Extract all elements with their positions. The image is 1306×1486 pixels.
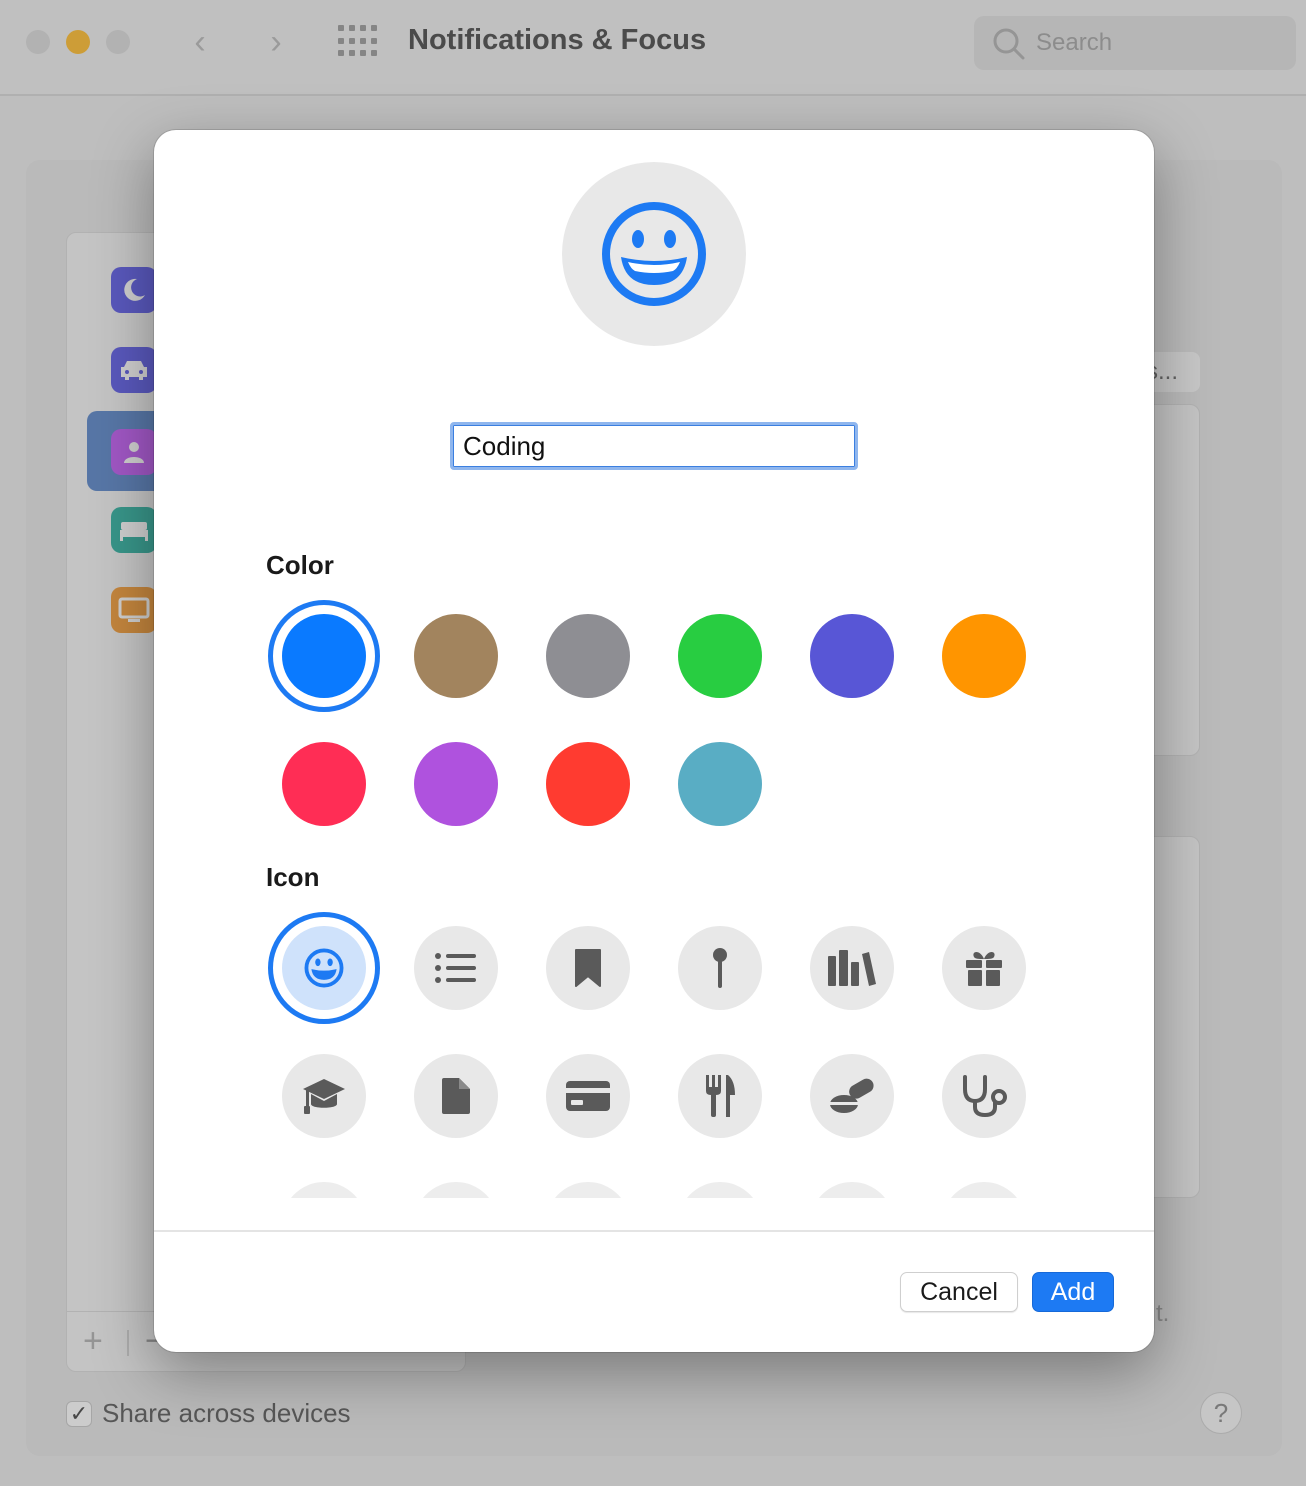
focus-name-input[interactable] — [450, 422, 858, 470]
document-icon — [442, 1078, 470, 1114]
icon-option-hidden[interactable] — [810, 1182, 894, 1198]
color-swatch-teal[interactable] — [678, 742, 762, 826]
stethoscope-icon — [963, 1075, 1007, 1118]
color-swatch-brown[interactable] — [414, 614, 498, 698]
icon-section-label: Icon — [266, 862, 320, 892]
pills-icon — [830, 1078, 874, 1113]
icon-option-smiley[interactable] — [268, 912, 380, 1024]
list-icon — [435, 953, 476, 983]
gift-icon — [966, 952, 1002, 986]
smiley-icon — [304, 948, 344, 988]
icon-option-list[interactable] — [414, 926, 498, 1010]
color-swatch-pink[interactable] — [282, 742, 366, 826]
icon-option-credit-card[interactable] — [546, 1054, 630, 1138]
color-swatch-purple[interactable] — [414, 742, 498, 826]
pin-icon — [713, 948, 727, 988]
icon-option-stethoscope[interactable] — [942, 1054, 1026, 1138]
color-swatch-blue[interactable] — [268, 600, 380, 712]
new-focus-sheet: Color Icon — [154, 130, 1154, 1352]
sheet-divider — [154, 1230, 1154, 1232]
credit-card-icon — [566, 1081, 610, 1111]
icon-grid-overflow-row — [154, 1170, 1154, 1198]
smiley-icon — [602, 202, 706, 306]
color-swatch-red[interactable] — [546, 742, 630, 826]
color-swatch-gray[interactable] — [546, 614, 630, 698]
icon-option-bookmark[interactable] — [546, 926, 630, 1010]
icon-option-fork-knife[interactable] — [678, 1054, 762, 1138]
icon-option-pills[interactable] — [810, 1054, 894, 1138]
icon-option-pin[interactable] — [678, 926, 762, 1010]
color-swatch-green[interactable] — [678, 614, 762, 698]
icon-option-books[interactable] — [810, 926, 894, 1010]
icon-option-graduation-cap[interactable] — [282, 1054, 366, 1138]
icon-option-document[interactable] — [414, 1054, 498, 1138]
color-swatch-indigo[interactable] — [810, 614, 894, 698]
color-swatch-orange[interactable] — [942, 614, 1026, 698]
focus-icon-preview — [562, 162, 746, 346]
graduation-cap-icon — [303, 1079, 345, 1114]
books-icon — [828, 950, 876, 986]
icon-option-hidden[interactable] — [414, 1182, 498, 1198]
add-button[interactable]: Add — [1032, 1272, 1114, 1312]
bookmark-icon — [575, 949, 601, 987]
cancel-button[interactable]: Cancel — [900, 1272, 1018, 1312]
fork-knife-icon — [706, 1075, 735, 1117]
icon-option-hidden[interactable] — [942, 1182, 1026, 1198]
color-section-label: Color — [266, 550, 334, 580]
icon-option-gift[interactable] — [942, 926, 1026, 1010]
icon-option-hidden[interactable] — [282, 1182, 366, 1198]
icon-option-hidden[interactable] — [678, 1182, 762, 1198]
icon-option-hidden[interactable] — [546, 1182, 630, 1198]
